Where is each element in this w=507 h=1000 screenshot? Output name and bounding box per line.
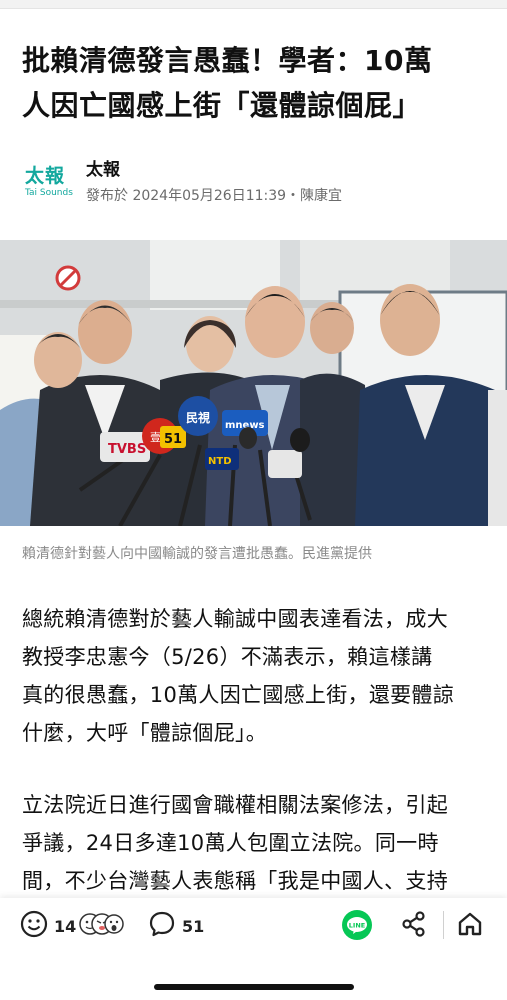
line-share-button[interactable]: LINE (341, 909, 373, 945)
bottom-bar-divider (443, 911, 444, 939)
publisher-info: 太報 Tai Sounds 太報 發布於 2024年05月26日11:39・陳康… (22, 152, 492, 212)
paragraph-1-line-4: 什麼，大呼「體諒個屁」。 (22, 721, 268, 745)
share-icon (400, 910, 428, 942)
mic-label-minshi: 民視 (186, 410, 210, 425)
headline-line-1: 批賴清德發言愚蠢！學者：10萬 (22, 44, 433, 77)
paragraph-1-line-1: 總統賴清德對於藝人輸誠中國表達看法，成大 (22, 607, 448, 631)
comment-icon (148, 910, 176, 942)
share-button[interactable] (400, 910, 428, 942)
comment-count: 51 (182, 916, 205, 936)
headline-line-2: 人因亡國感上街「還體諒個屁」 (22, 89, 422, 122)
mic-label-yi: 壹 (150, 431, 161, 444)
paragraph-1-line-2: 教授李忠憲今（5/26）不滿表示，賴這樣講 (22, 645, 433, 669)
comment-button[interactable]: 51 (148, 910, 204, 942)
paragraph-2-line-3: 間，不少台灣藝人表態稱「我是中國人、支持 (22, 869, 448, 893)
home-indicator[interactable] (154, 984, 354, 990)
top-status-strip (0, 0, 507, 9)
smiley-icon (20, 910, 48, 942)
publish-meta: 發布於 2024年05月26日11:39・陳康宜 (86, 188, 343, 204)
mic-label-51: 51 (164, 432, 182, 447)
paragraph-1-line-3: 真的很愚蠢，10萬人因亡國感上街，還要體諒 (22, 683, 455, 707)
mic-label-tvbs: TVBS (108, 442, 146, 457)
article-photo[interactable]: TVBS 壹 51 民視 mnews NTD (0, 240, 507, 526)
publisher-name[interactable]: 太報 (86, 155, 120, 180)
reaction-emojis-icon (78, 911, 125, 941)
mic-label-ntd: NTD (208, 456, 232, 467)
photo-caption: 賴清德針對藝人向中國輸誠的發言遭批愚蠢。民進黨提供 (22, 546, 372, 562)
paragraph-2-line-1: 立法院近日進行國會職權相關法案修法，引起 (22, 793, 448, 817)
publisher-logo-subtext: Tai Sounds (25, 188, 73, 198)
line-share-icon: LINE (341, 909, 373, 945)
article-paragraph-2: 立法院近日進行國會職權相關法案修法，引起 爭議，24日多達10萬人包圍立法院。同… (22, 786, 490, 898)
home-icon (456, 910, 484, 942)
article-headline: 批賴清德發言愚蠢！學者：10萬 人因亡國感上街「還體諒個屁」 (22, 38, 492, 128)
article-paragraph-1: 總統賴清德對於藝人輸誠中國表達看法，成大 教授李忠憲今（5/26）不滿表示，賴這… (22, 600, 490, 752)
publisher-logo[interactable]: 太報 Tai Sounds (22, 154, 76, 208)
line-label: LINE (349, 922, 365, 930)
publisher-logo-text: 太報 (25, 165, 66, 187)
paragraph-2-line-2: 爭議，24日多達10萬人包圍立法院。同一時 (22, 831, 439, 855)
home-button[interactable] (456, 910, 484, 942)
reaction-button[interactable]: 14 (20, 910, 125, 942)
reaction-count: 14 (54, 916, 77, 936)
